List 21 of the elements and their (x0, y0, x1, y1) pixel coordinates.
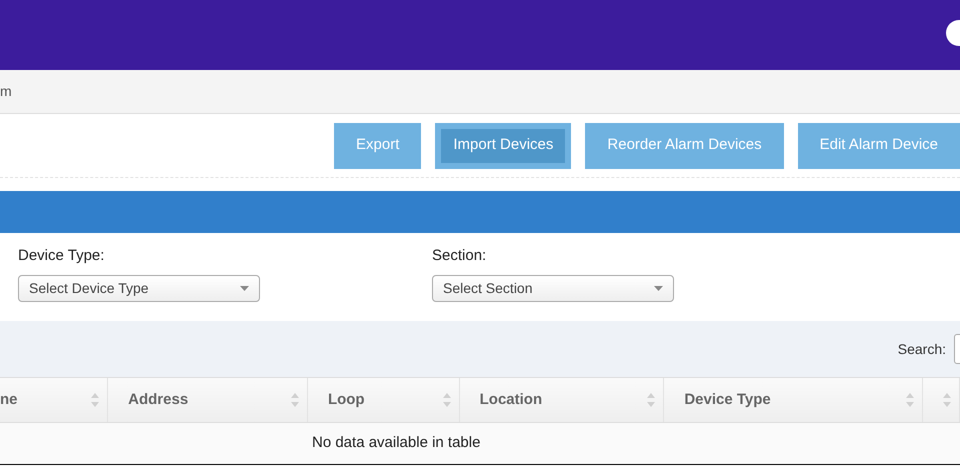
sort-icon (906, 393, 914, 407)
column-header[interactable]: ne (0, 388, 18, 412)
empty-table-message: No data available in table (312, 433, 480, 454)
sort-icon (647, 393, 656, 407)
filter-label: Section: (432, 246, 488, 266)
sort-icon (91, 393, 100, 407)
select-field[interactable]: Select Section (432, 274, 674, 302)
column-header[interactable]: Address (128, 388, 188, 412)
select-field[interactable]: Select Device Type (18, 274, 260, 302)
column-header[interactable]: Loop (328, 388, 365, 412)
sort-icon (290, 393, 299, 407)
sort-icon (943, 393, 952, 407)
column-header[interactable]: Location (480, 388, 542, 412)
column-header[interactable]: Device Type (684, 388, 771, 412)
search-label: Search: (898, 340, 946, 358)
toolbar-button[interactable]: Import Devices (435, 122, 572, 168)
caret-icon (654, 286, 663, 290)
filter-label: Device Type: (18, 246, 106, 266)
breadcrumb[interactable]: m (0, 81, 12, 102)
caret-icon (240, 286, 249, 290)
sort-icon (442, 393, 451, 407)
